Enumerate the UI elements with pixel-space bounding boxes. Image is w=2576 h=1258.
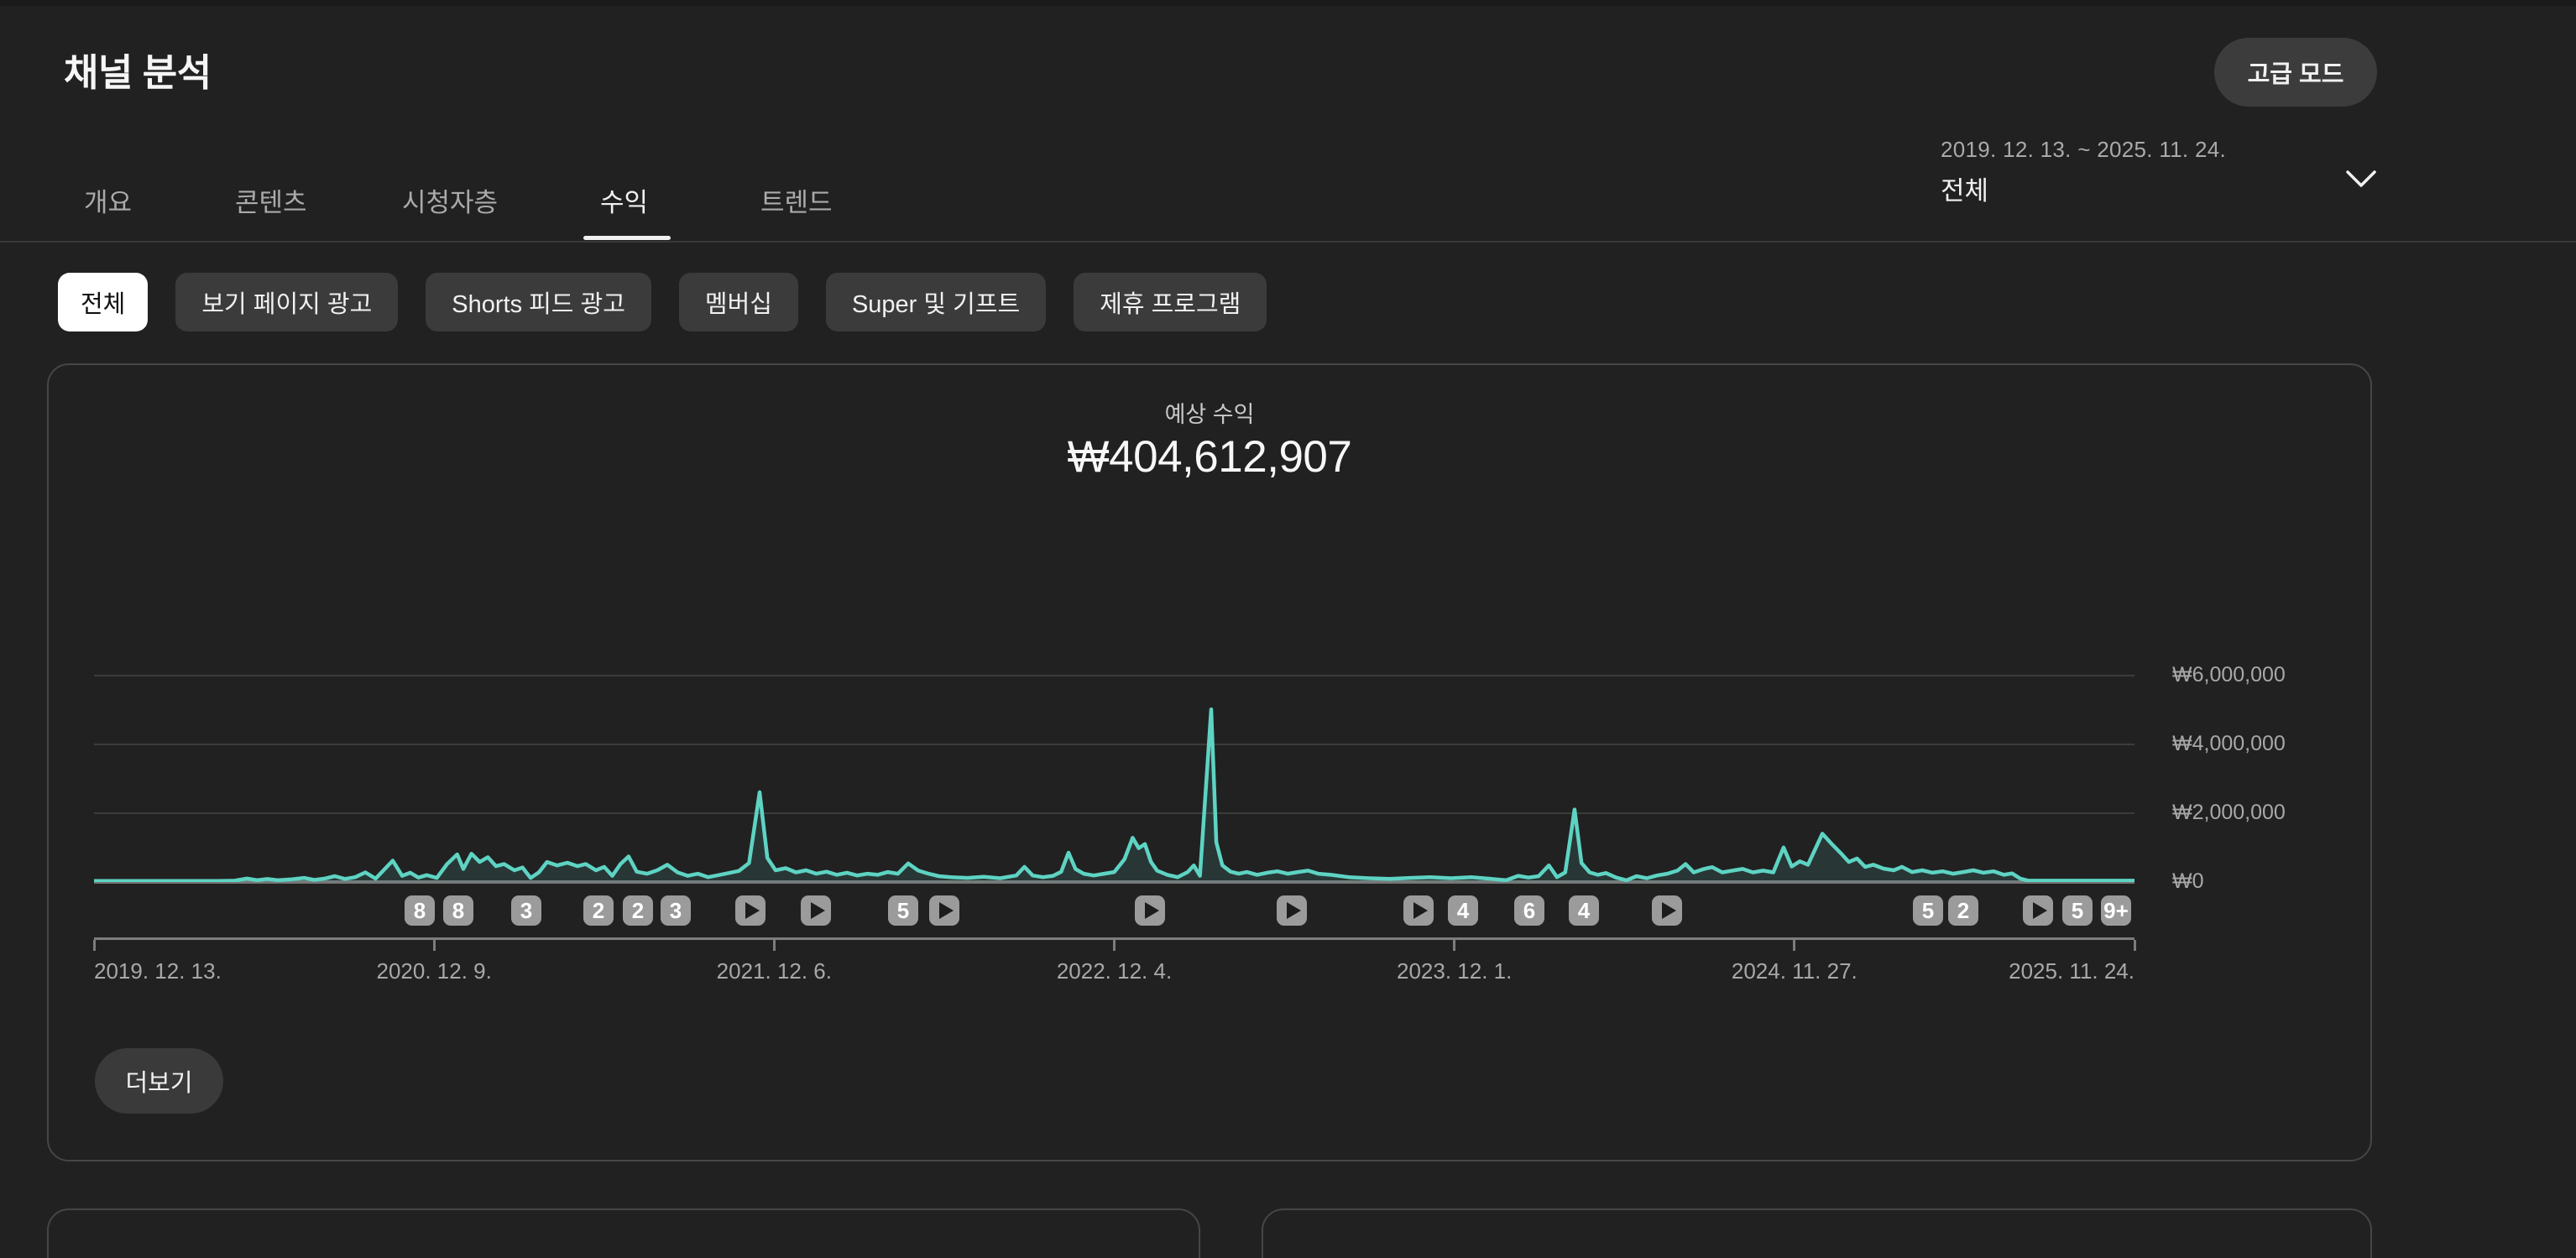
video-marker-label: 3 xyxy=(518,900,535,921)
see-more-label: 더보기 xyxy=(125,1063,192,1099)
video-marker-label: 5 xyxy=(895,900,912,921)
x-axis-tick-1 xyxy=(93,940,96,951)
x-axis-label-7: 2025. 11. 24. xyxy=(2009,958,2134,984)
video-marker-count[interactable]: 2 xyxy=(623,895,653,926)
tab-2[interactable]: 콘텐츠 xyxy=(235,181,307,219)
video-marker-count[interactable]: 4 xyxy=(1448,895,1478,926)
video-marker-label: 5 xyxy=(2069,900,2086,921)
video-marker-label: 8 xyxy=(411,900,428,921)
x-axis-label-4: 2022. 12. 4. xyxy=(1057,958,1172,984)
video-marker-count[interactable]: 5 xyxy=(2062,895,2093,926)
filter-chip-3[interactable]: Shorts 피드 광고 xyxy=(426,273,651,331)
revenue-line-chart[interactable] xyxy=(94,655,2134,882)
video-marker-count[interactable]: 5 xyxy=(888,895,918,926)
filter-chip-4[interactable]: 멤버십 xyxy=(679,273,798,331)
active-tab-underline xyxy=(583,236,671,240)
video-marker-play-icon[interactable] xyxy=(735,895,765,926)
x-axis-tick-3 xyxy=(773,940,776,951)
video-marker-count[interactable]: 3 xyxy=(661,895,691,926)
chart-area-fill xyxy=(94,709,2134,882)
x-axis-tick-5 xyxy=(1453,940,1455,951)
play-icon xyxy=(1413,902,1428,919)
play-icon xyxy=(745,902,760,919)
tab-4[interactable]: 수익 xyxy=(600,181,648,219)
video-marker-label: 5 xyxy=(1920,900,1936,921)
filter-chip-5[interactable]: Super 및 기프트 xyxy=(826,273,1046,331)
video-marker-count[interactable]: 2 xyxy=(583,895,614,926)
play-icon xyxy=(2033,902,2047,919)
video-marker-play-icon[interactable] xyxy=(1403,895,1434,926)
video-marker-play-icon[interactable] xyxy=(2023,895,2053,926)
tab-1[interactable]: 개요 xyxy=(84,181,132,219)
video-marker-play-icon[interactable] xyxy=(929,895,959,926)
video-marker-label: 8 xyxy=(450,900,467,921)
x-axis-label-3: 2021. 12. 6. xyxy=(717,958,832,984)
analytics-tabs: 개요 콘텐츠 시청자층 수익 트렌드 xyxy=(0,0,2576,242)
tab-5[interactable]: 트렌드 xyxy=(760,181,833,219)
video-marker-label: 4 xyxy=(1455,900,1471,921)
x-axis-label-2: 2020. 12. 9. xyxy=(376,958,491,984)
video-marker-play-icon[interactable] xyxy=(1135,895,1165,926)
video-marker-count[interactable]: 6 xyxy=(1514,895,1544,926)
video-marker-count[interactable]: 2 xyxy=(1948,895,1978,926)
video-marker-count[interactable]: 9+ xyxy=(2101,895,2131,926)
video-marker-label: 2 xyxy=(590,900,607,921)
play-icon xyxy=(1287,902,1301,919)
secondary-card-left xyxy=(47,1208,1200,1258)
y-axis-label-3: ₩2,000,000 xyxy=(2172,801,2286,825)
y-axis-label-4: ₩0 xyxy=(2172,869,2204,894)
video-marker-count[interactable]: 8 xyxy=(443,895,473,926)
x-axis-tick-6 xyxy=(1793,940,1795,951)
video-marker-count[interactable]: 3 xyxy=(511,895,541,926)
filter-chip-1[interactable]: 전체 xyxy=(58,273,148,331)
play-icon xyxy=(1145,902,1159,919)
metric-value: ₩404,612,907 xyxy=(47,431,2372,483)
filter-chip-2[interactable]: 보기 페이지 광고 xyxy=(175,273,398,331)
tabs-divider xyxy=(0,241,2576,243)
video-marker-label: 6 xyxy=(1521,900,1538,921)
video-marker-play-icon[interactable] xyxy=(801,895,831,926)
video-marker-play-icon[interactable] xyxy=(1277,895,1307,926)
x-axis-label-1: 2019. 12. 13. xyxy=(94,958,222,984)
x-axis-tick-7 xyxy=(2134,940,2136,951)
channel-analytics-page: { "header": { "title": "채널 분석", "advance… xyxy=(0,0,2576,1258)
see-more-button[interactable]: 더보기 xyxy=(95,1048,223,1114)
y-axis-label-1: ₩6,000,000 xyxy=(2172,663,2286,687)
x-axis-label-6: 2024. 11. 27. xyxy=(1732,958,1858,984)
video-marker-count[interactable]: 8 xyxy=(405,895,435,926)
video-marker-label: 9+ xyxy=(2101,900,2131,921)
x-axis-tick-4 xyxy=(1113,940,1116,951)
video-marker-label: 4 xyxy=(1575,900,1592,921)
play-icon xyxy=(1662,902,1676,919)
play-icon xyxy=(811,902,825,919)
play-icon xyxy=(939,902,954,919)
video-marker-count[interactable]: 4 xyxy=(1569,895,1599,926)
video-marker-label: 2 xyxy=(1955,900,1972,921)
video-marker-count[interactable]: 5 xyxy=(1913,895,1943,926)
x-axis-label-5: 2023. 12. 1. xyxy=(1397,958,1512,984)
metric-label: 예상 수익 xyxy=(47,396,2372,429)
secondary-card-right xyxy=(1262,1208,2372,1258)
video-marker-label: 2 xyxy=(630,900,646,921)
x-axis-tick-2 xyxy=(433,940,436,951)
filter-chip-6[interactable]: 제휴 프로그램 xyxy=(1074,273,1267,331)
video-marker-label: 3 xyxy=(667,900,684,921)
video-marker-play-icon[interactable] xyxy=(1652,895,1682,926)
revenue-filter-chips: 전체 보기 페이지 광고 Shorts 피드 광고 멤버십 Super 및 기프트 제휴 … xyxy=(58,273,1267,331)
y-axis-label-2: ₩4,000,000 xyxy=(2172,732,2286,756)
tab-3[interactable]: 시청자층 xyxy=(402,181,498,219)
